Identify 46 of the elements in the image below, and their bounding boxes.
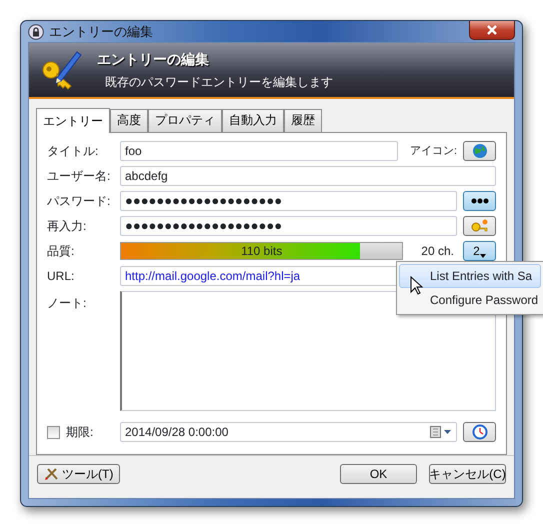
close-icon	[486, 25, 498, 35]
date-field[interactable]: 2014/09/28 0:00:00	[120, 422, 457, 442]
expiry-preset-button[interactable]	[463, 422, 496, 442]
password-menu-button[interactable]: 2	[463, 241, 496, 261]
field-label: アイコン:	[410, 144, 457, 159]
field-label: ノート:	[47, 295, 88, 312]
tab[interactable]: プロパティ	[148, 109, 222, 132]
clock-icon	[470, 424, 488, 440]
window-title: エントリーの編集	[49, 22, 153, 41]
show-password-button[interactable]	[463, 191, 496, 211]
title-field[interactable]: foo	[120, 141, 398, 161]
caret-icon	[480, 254, 486, 258]
key-icon	[470, 219, 488, 233]
tools-button[interactable]: ツール(T)	[37, 464, 120, 484]
menu-item[interactable]: Configure Password	[399, 288, 541, 312]
field-label: 品質:	[47, 243, 76, 260]
globe-icon	[472, 143, 488, 159]
checkbox[interactable]	[47, 426, 60, 438]
field-label: ユーザー名:	[47, 168, 112, 185]
menu-item[interactable]: List Entries with Sa	[399, 264, 541, 288]
banner-subtitle: 既存のパスワードエントリーを編集します	[104, 74, 333, 91]
field-label: 再入力:	[47, 218, 88, 235]
banner-title: エントリーの編集	[97, 50, 210, 69]
password-field[interactable]: ●●●●●●●●●●●●●●●●●●●●	[120, 191, 457, 211]
calendar-icon	[430, 426, 452, 438]
ok-button[interactable]: OK	[340, 464, 417, 484]
length-reading: 20 ch.	[421, 243, 454, 260]
tab[interactable]: 履歴	[284, 109, 322, 132]
quality-bar: 110 bits	[120, 242, 404, 260]
tools-icon	[44, 467, 60, 481]
field-label: 期限:	[66, 424, 94, 441]
close-button[interactable]	[469, 21, 515, 40]
tab[interactable]: エントリー	[36, 108, 110, 133]
icon-button[interactable]	[463, 141, 496, 161]
repeat-password-field[interactable]: ●●●●●●●●●●●●●●●●●●●●	[120, 216, 457, 236]
field-label: URL:	[47, 268, 76, 285]
dots-icon	[470, 198, 488, 204]
username-field[interactable]: abcdefg	[120, 166, 496, 186]
tab[interactable]: 高度	[110, 109, 148, 132]
cursor-icon	[410, 276, 423, 296]
lock-icon	[28, 24, 44, 40]
field-label: パスワード:	[47, 193, 112, 210]
cancel-button[interactable]: キャンセル(C)	[429, 464, 506, 484]
field-label: タイトル:	[47, 143, 100, 160]
tab[interactable]: 自動入力	[222, 109, 284, 132]
generate-password-button[interactable]	[463, 216, 496, 236]
